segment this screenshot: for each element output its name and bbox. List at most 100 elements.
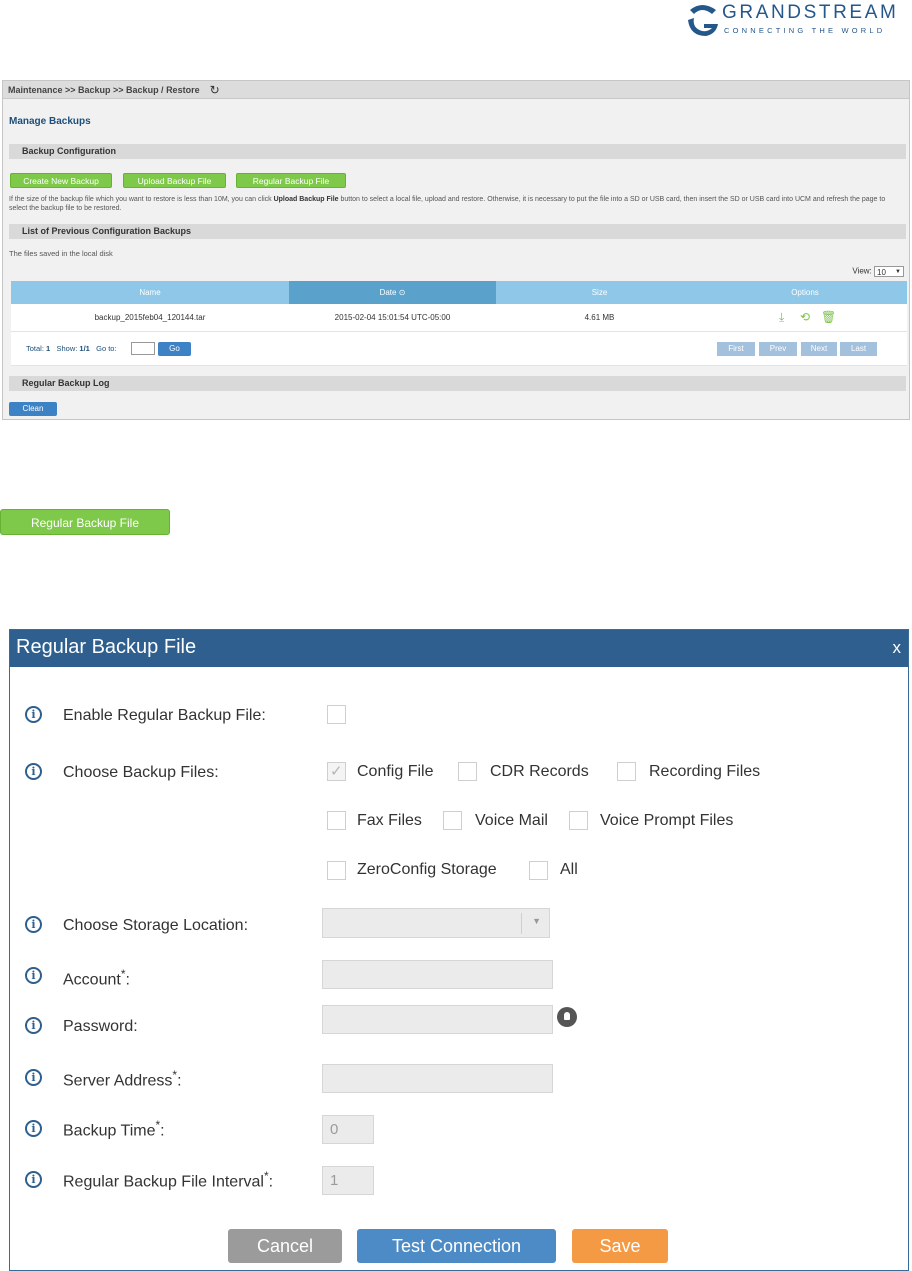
chevron-down-icon: ▼ [532, 916, 541, 926]
row-size: 4.61 MB [584, 313, 615, 322]
column-options: Options [791, 288, 819, 297]
goto-label: Go to: [96, 344, 117, 353]
first-page-button[interactable]: First [717, 342, 755, 356]
voice-prompt-files-checkbox[interactable] [569, 811, 588, 830]
go-button[interactable]: Go [158, 342, 191, 356]
goto-input[interactable] [131, 342, 155, 355]
label-colon: : [177, 1072, 182, 1090]
cdr-records-label: CDR Records [490, 763, 589, 780]
regular-backup-file-button-large[interactable]: Regular Backup File [0, 509, 170, 535]
recording-files-label: Recording Files [649, 763, 761, 780]
logo-tagline: CONNECTING THE WORLD [724, 26, 886, 35]
view-select[interactable]: 10 ▼ [874, 266, 904, 277]
grandstream-logo: GRANDSTREAM CONNECTING THE WORLD [686, 2, 912, 42]
fax-files-label: Fax Files [357, 812, 422, 829]
server-address-label-text: Server Address [63, 1072, 173, 1090]
view-value: 10 [877, 268, 886, 277]
choose-files-label: Choose Backup Files: [63, 764, 219, 781]
column-date-label: Date [379, 288, 397, 297]
close-icon[interactable]: x [893, 638, 902, 658]
lightbulb-icon[interactable] [557, 1007, 577, 1027]
password-input[interactable] [322, 1005, 553, 1034]
next-page-button[interactable]: Next [801, 342, 837, 356]
cancel-button[interactable]: Cancel [228, 1229, 342, 1263]
note-text-1: If the size of the backup file which you… [9, 196, 274, 203]
upload-backup-file-button[interactable]: Upload Backup File [123, 173, 226, 188]
voice-prompt-files-label: Voice Prompt Files [600, 812, 734, 829]
enable-label: Enable Regular Backup File: [63, 707, 266, 724]
enable-checkbox[interactable] [327, 705, 346, 724]
create-new-backup-button[interactable]: Create New Backup [10, 173, 112, 188]
row-date: 2015-02-04 15:01:54 UTC-05:00 [334, 313, 451, 322]
account-label-text: Account [63, 971, 121, 989]
account-input[interactable] [322, 960, 553, 989]
column-name[interactable]: Name [11, 281, 289, 304]
voice-mail-checkbox[interactable] [443, 811, 462, 830]
table-header: Name Date ⊙ Size Options [11, 281, 907, 304]
config-file-label: Config File [357, 763, 434, 780]
cdr-records-checkbox[interactable] [458, 762, 477, 781]
info-icon[interactable]: i [25, 1120, 42, 1137]
pagination-info: Total: 1 Show: 1/1 Go to: [26, 344, 117, 353]
account-label: Account*: [63, 967, 130, 989]
previous-backups-header: List of Previous Configuration Backups [9, 224, 906, 239]
label-colon: : [160, 1122, 165, 1140]
column-date[interactable]: Date ⊙ [289, 281, 496, 304]
info-icon[interactable]: i [25, 706, 42, 723]
clean-button[interactable]: Clean [9, 402, 57, 416]
label-colon: : [125, 971, 130, 989]
label-colon: : [268, 1173, 274, 1191]
info-icon[interactable]: i [25, 1069, 42, 1086]
local-disk-text: The files saved in the local disk [9, 249, 113, 258]
save-button[interactable]: Save [572, 1229, 668, 1263]
select-divider [521, 913, 522, 934]
interval-label: Regular Backup File Interval*: [63, 1169, 273, 1191]
total-label: Total: [26, 344, 44, 353]
password-label: Password: [63, 1018, 138, 1035]
fax-files-checkbox[interactable] [327, 811, 346, 830]
backup-time-input[interactable]: 0 [322, 1115, 374, 1144]
show-value: 1/1 [79, 344, 90, 353]
server-address-label: Server Address*: [63, 1068, 182, 1090]
prev-page-button[interactable]: Prev [759, 342, 797, 356]
page-title: Manage Backups [9, 116, 91, 127]
last-page-button[interactable]: Last [840, 342, 877, 356]
backup-time-label-text: Backup Time [63, 1122, 156, 1140]
view-label: View: [852, 266, 872, 276]
column-size[interactable]: Size [496, 281, 703, 304]
recording-files-checkbox[interactable] [617, 762, 636, 781]
logo-wordmark: GRANDSTREAM [722, 2, 899, 23]
info-icon[interactable]: i [25, 967, 42, 984]
delete-icon[interactable]: 🗑 [821, 304, 836, 331]
grandstream-swirl-icon [688, 5, 718, 36]
storage-location-label: Choose Storage Location: [63, 917, 249, 934]
restore-icon[interactable]: ⟲ [800, 304, 810, 331]
breadcrumb: Maintenance >> Backup >> Backup / Restor… [3, 81, 909, 99]
show-label: Show: [56, 344, 78, 353]
download-icon[interactable]: ⤓ [779, 304, 784, 331]
manage-backups-panel: Maintenance >> Backup >> Backup / Restor… [2, 80, 910, 420]
storage-location-select[interactable]: ▼ [322, 908, 550, 938]
dialog-title: Regular Backup File [16, 636, 197, 658]
backup-time-label: Backup Time*: [63, 1118, 165, 1140]
dialog-header: Regular Backup File x [10, 630, 908, 667]
zeroconfig-storage-checkbox[interactable] [327, 861, 346, 880]
regular-backup-file-button[interactable]: Regular Backup File [236, 173, 346, 188]
test-connection-button[interactable]: Test Connection [357, 1229, 556, 1263]
row-name: backup_2015feb04_120144.tar [94, 313, 206, 322]
breadcrumb-text: Maintenance >> Backup >> Backup / Restor… [8, 85, 200, 95]
info-icon[interactable]: i [25, 763, 42, 780]
voice-mail-label: Voice Mail [475, 812, 548, 829]
interval-input[interactable]: 1 [322, 1166, 374, 1195]
all-checkbox[interactable] [529, 861, 548, 880]
refresh-icon[interactable]: ↻ [210, 81, 220, 99]
config-file-checkbox[interactable] [327, 762, 346, 781]
info-icon[interactable]: i [25, 1171, 42, 1188]
select-arrow-icon: ▼ [895, 269, 901, 275]
info-icon[interactable]: i [25, 1017, 42, 1034]
info-icon[interactable]: i [25, 916, 42, 933]
pagination: Total: 1 Show: 1/1 Go to: Go First Prev … [11, 332, 907, 366]
interval-label-text: Regular Backup File Interval [63, 1173, 264, 1191]
regular-backup-dialog: Regular Backup File x i Enable Regular B… [9, 629, 909, 1271]
server-address-input[interactable] [322, 1064, 553, 1093]
